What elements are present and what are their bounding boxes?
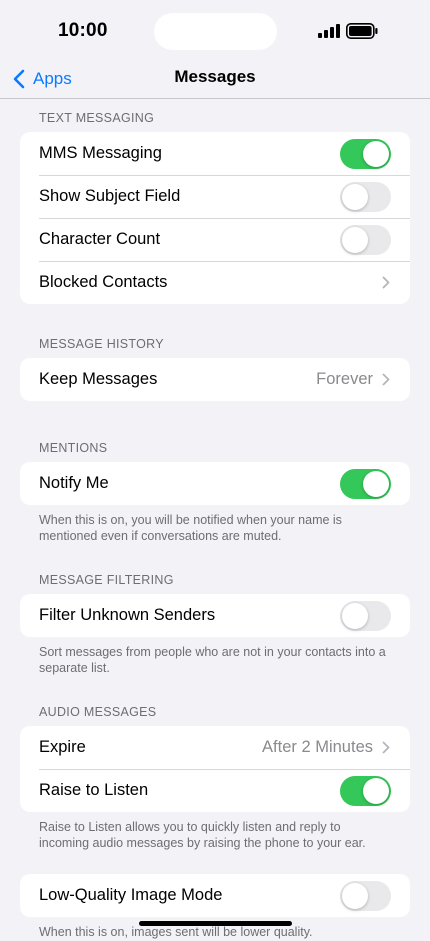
toggle-knob (342, 603, 368, 629)
status-bar: 10:00 (0, 0, 430, 60)
filter-unknown-senders-toggle[interactable] (340, 601, 391, 631)
section-header-message-filtering: MESSAGE FILTERING (39, 573, 174, 587)
row-low-quality-image-mode[interactable]: Low-Quality Image Mode (20, 874, 410, 917)
section-header-mentions: MENTIONS (39, 441, 108, 455)
row-filter-unknown-senders[interactable]: Filter Unknown Senders (20, 594, 410, 637)
battery-icon (346, 23, 378, 39)
row-label: Blocked Contacts (39, 273, 168, 291)
toggle-knob (363, 141, 389, 167)
row-label: Low-Quality Image Mode (39, 886, 223, 904)
row-label: Filter Unknown Senders (39, 606, 216, 624)
row-show-subject-field[interactable]: Show Subject Field (20, 175, 410, 218)
group-image-mode: Low-Quality Image Mode (20, 874, 410, 917)
group-message-filtering: Filter Unknown Senders (20, 594, 410, 637)
row-mms-messaging[interactable]: MMS Messaging (20, 132, 410, 175)
row-label: Raise to Listen (39, 781, 149, 799)
section-header-audio-messages: AUDIO MESSAGES (39, 705, 157, 719)
row-label: MMS Messaging (39, 144, 162, 162)
status-time: 10:00 (58, 20, 108, 41)
group-message-history: Keep Messages Forever (20, 358, 410, 401)
row-blocked-contacts[interactable]: Blocked Contacts (20, 261, 410, 304)
cellular-signal-icon (318, 24, 340, 38)
group-text-messaging: MMS Messaging Show Subject Field Charact… (20, 132, 410, 304)
toggle-knob (342, 184, 368, 210)
row-label: Character Count (39, 230, 161, 248)
page-title: Messages (174, 67, 256, 86)
row-label: Expire (39, 738, 86, 756)
navigation-bar: Apps Messages (0, 60, 430, 99)
section-header-text-messaging: TEXT MESSAGING (39, 111, 155, 125)
row-label: Show Subject Field (39, 187, 181, 205)
toggle-knob (363, 471, 389, 497)
group-mentions: Notify Me (20, 462, 410, 505)
row-notify-me[interactable]: Notify Me (20, 462, 410, 505)
toggle-knob (363, 778, 389, 804)
row-expire[interactable]: Expire After 2 Minutes (20, 726, 410, 769)
chevron-right-icon (382, 373, 390, 386)
section-footer-mentions: When this is on, you will be notified wh… (39, 513, 342, 543)
row-label: Notify Me (39, 474, 109, 492)
low-quality-image-mode-toggle[interactable] (340, 881, 391, 911)
notify-me-toggle[interactable] (340, 469, 391, 499)
toggle-knob (342, 883, 368, 909)
toggle-knob (342, 227, 368, 253)
row-value: Forever (316, 370, 373, 388)
home-indicator (139, 921, 292, 926)
chevron-right-icon (382, 276, 390, 289)
row-keep-messages[interactable]: Keep Messages Forever (20, 358, 410, 401)
raise-to-listen-toggle[interactable] (340, 776, 391, 806)
dynamic-island (154, 13, 277, 50)
character-count-toggle[interactable] (340, 225, 391, 255)
section-footer-image-mode: When this is on, images sent will be low… (39, 925, 313, 939)
section-footer-message-filtering: Sort messages from people who are not in… (39, 645, 386, 675)
row-character-count[interactable]: Character Count (20, 218, 410, 261)
group-audio-messages: Expire After 2 Minutes Raise to Listen (20, 726, 410, 812)
row-value: After 2 Minutes (262, 738, 373, 756)
chevron-right-icon (382, 741, 390, 754)
row-label: Keep Messages (39, 370, 158, 388)
row-raise-to-listen[interactable]: Raise to Listen (20, 769, 410, 812)
section-header-message-history: MESSAGE HISTORY (39, 337, 164, 351)
section-footer-audio-messages: Raise to Listen allows you to quickly li… (39, 820, 366, 850)
show-subject-field-toggle[interactable] (340, 182, 391, 212)
mms-messaging-toggle[interactable] (340, 139, 391, 169)
